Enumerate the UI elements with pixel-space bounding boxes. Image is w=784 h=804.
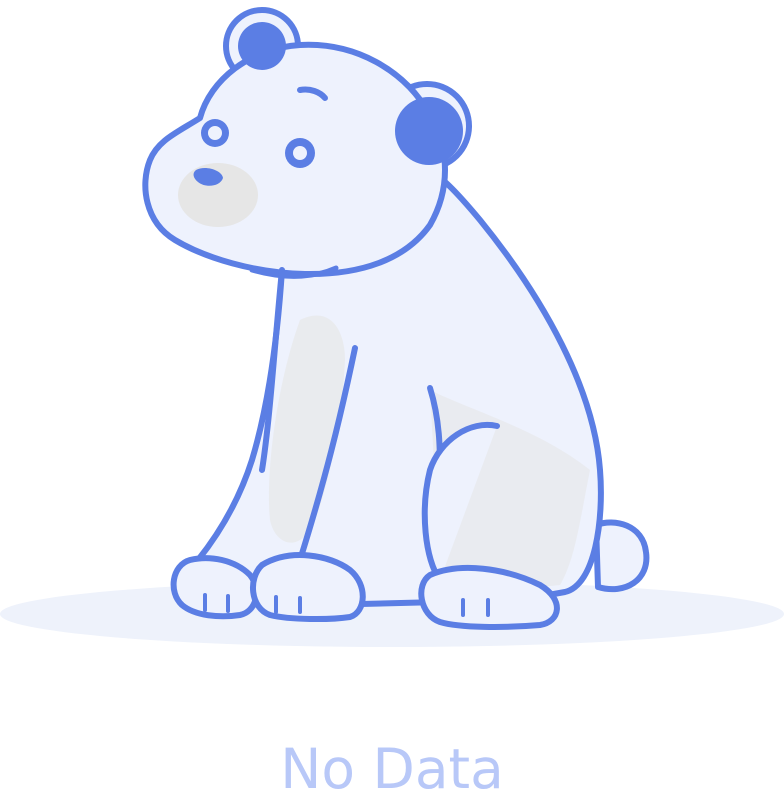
empty-state: No Data — [0, 0, 784, 804]
polar-bear-icon — [0, 7, 784, 647]
empty-state-message: No Data — [280, 737, 504, 801]
